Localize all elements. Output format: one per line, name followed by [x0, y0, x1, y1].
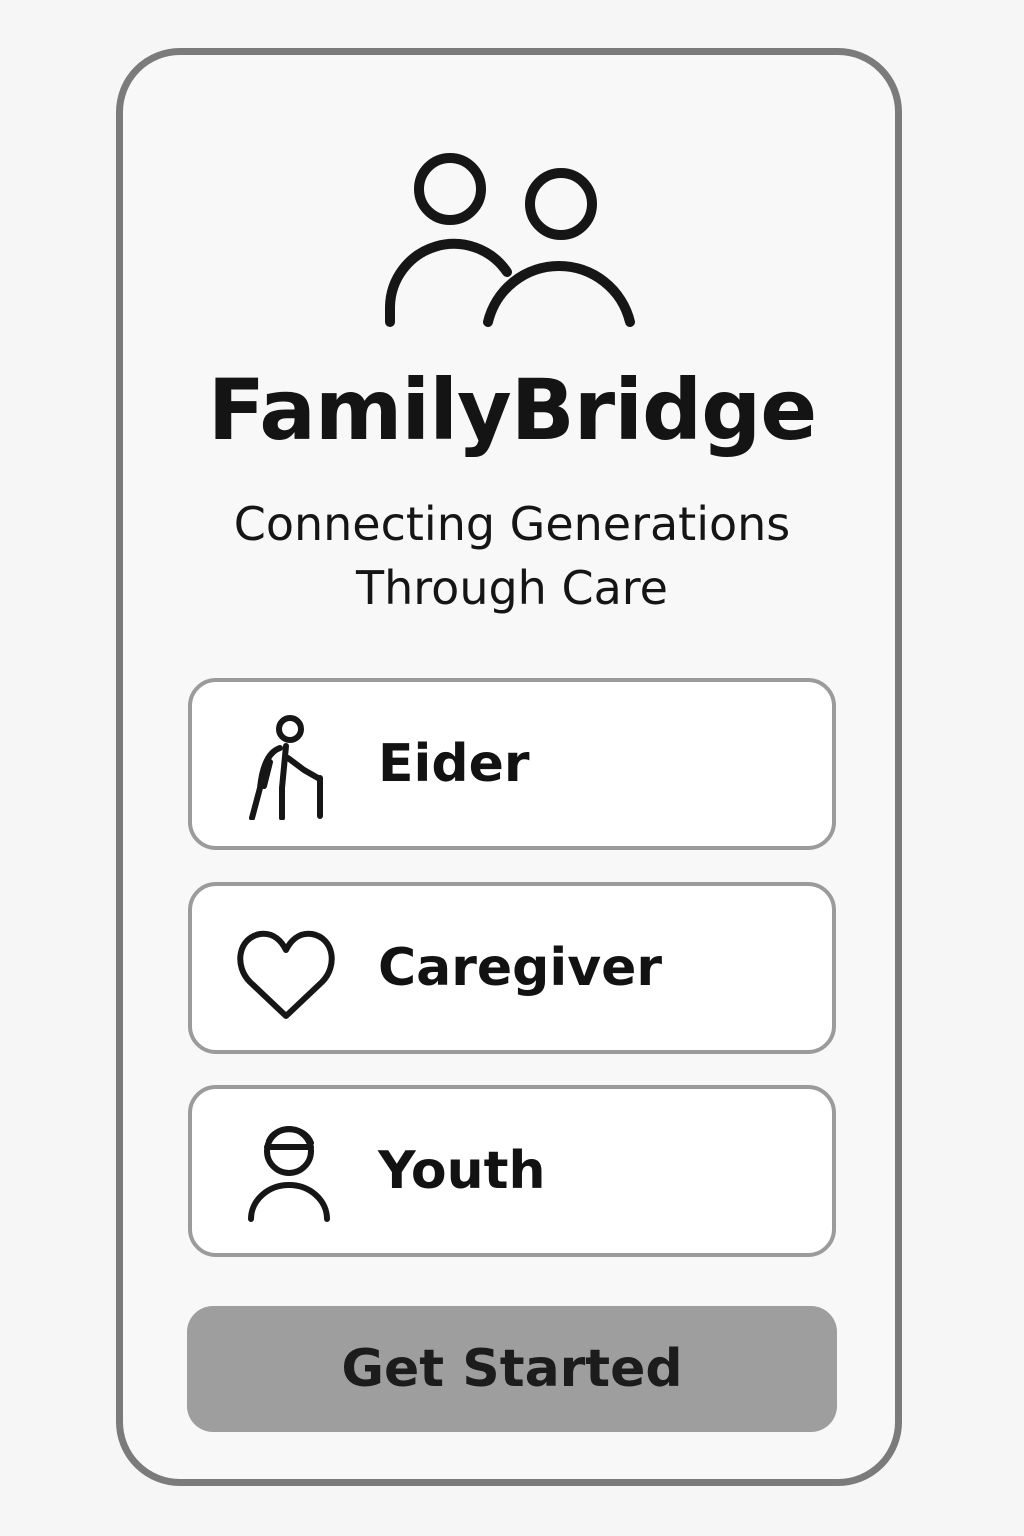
youth-person-icon	[234, 1115, 344, 1227]
role-label-youth: Youth	[378, 1141, 546, 1201]
app-title: FamilyBridge	[207, 361, 817, 459]
role-label-elder: Eider	[378, 734, 530, 794]
role-label-caregiver: Caregiver	[378, 938, 663, 998]
role-option-elder[interactable]: Eider	[188, 678, 836, 850]
role-option-caregiver[interactable]: Caregiver	[188, 882, 836, 1054]
tagline-line-2: Through Care	[356, 561, 668, 615]
get-started-button[interactable]: Get Started	[187, 1306, 837, 1432]
heart-icon	[234, 912, 344, 1024]
elder-with-cane-icon	[234, 708, 344, 820]
two-people-icon	[382, 152, 642, 337]
tagline: Connecting Generations Through Care	[162, 492, 862, 620]
tagline-line-1: Connecting Generations	[233, 497, 791, 551]
role-option-youth[interactable]: Youth	[188, 1085, 836, 1257]
